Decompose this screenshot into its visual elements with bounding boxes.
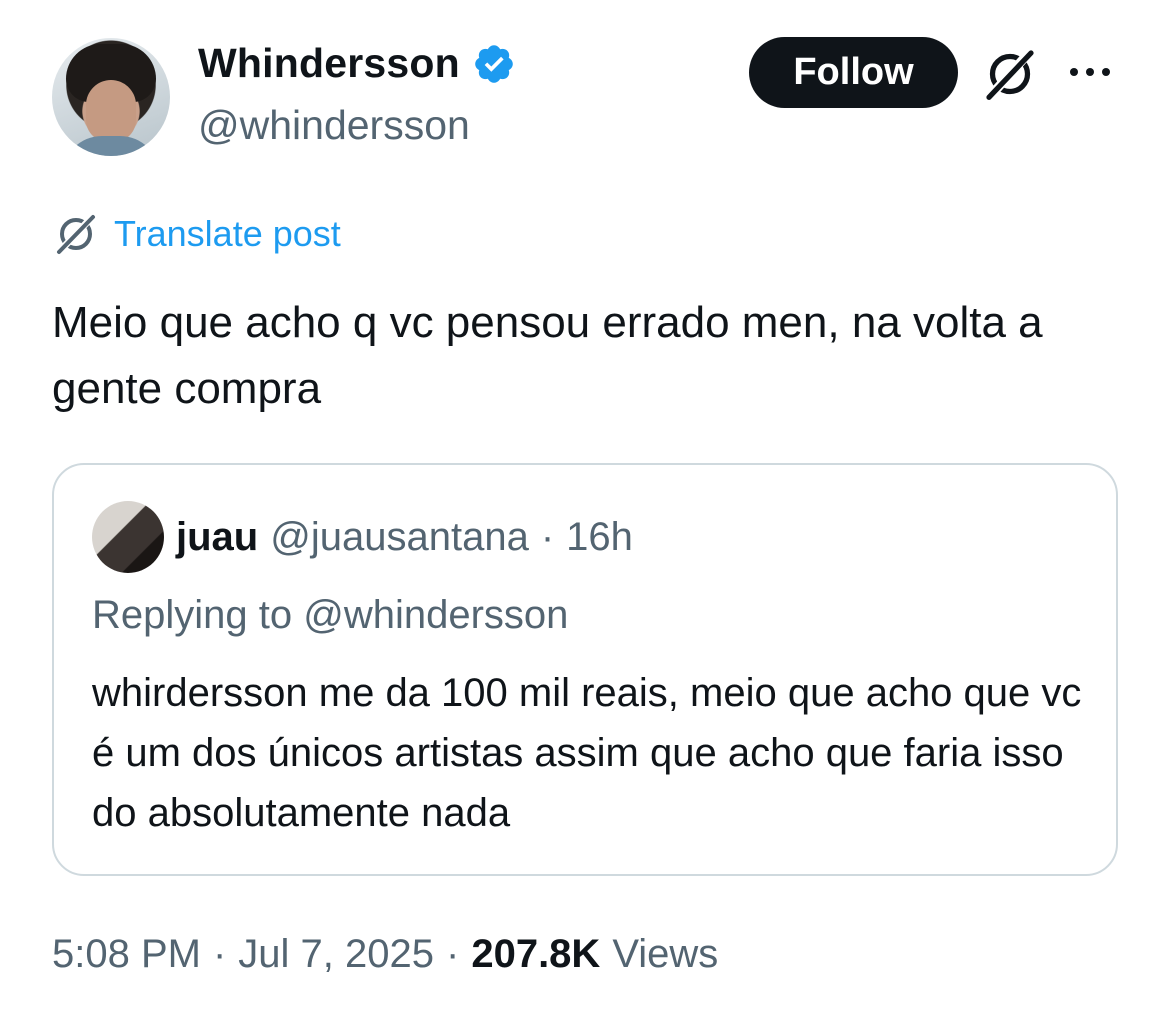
post-date[interactable]: Jul 7, 2025 bbox=[238, 932, 434, 977]
quoted-post-text: whirdersson me da 100 mil reais, meio qu… bbox=[92, 671, 1082, 835]
meta-separator: · bbox=[212, 932, 227, 976]
follow-button[interactable]: Follow bbox=[749, 37, 958, 108]
quoted-post-time[interactable]: 16h bbox=[566, 515, 633, 560]
author-handle[interactable]: @whindersson bbox=[198, 102, 470, 149]
quoted-separator: · bbox=[540, 515, 555, 559]
post-meta: 5:08 PM · Jul 7, 2025 · 207.8K Views bbox=[52, 932, 718, 977]
author-display-name[interactable]: Whindersson bbox=[198, 40, 460, 87]
replying-to-label: Replying to @whindersson bbox=[92, 593, 569, 637]
grok-icon[interactable] bbox=[982, 46, 1038, 102]
avatar-shirt bbox=[62, 136, 160, 156]
views-label: Views bbox=[612, 932, 719, 976]
quoted-post-header: juau @juausantana · 16h bbox=[176, 515, 633, 560]
quoted-post-card[interactable]: juau @juausantana · 16h Replying to @whi… bbox=[52, 463, 1118, 876]
more-icon[interactable] bbox=[1066, 60, 1114, 84]
meta-separator-2: · bbox=[446, 932, 460, 976]
translate-icon bbox=[57, 214, 95, 254]
author-name-row: Whindersson bbox=[198, 40, 516, 87]
post-time[interactable]: 5:08 PM bbox=[52, 932, 201, 977]
quoted-author-name[interactable]: juau bbox=[176, 515, 258, 560]
post: Whindersson @whindersson Follow Translat… bbox=[0, 0, 1170, 1035]
author-avatar[interactable] bbox=[52, 38, 170, 156]
translate-post[interactable]: Translate post bbox=[52, 210, 341, 258]
views-count: 207.8K bbox=[471, 932, 601, 976]
quoted-author-handle[interactable]: @juausantana bbox=[270, 515, 529, 560]
translate-link[interactable]: Translate post bbox=[114, 213, 341, 255]
post-text: Meio que acho q vc pensou errado men, na… bbox=[52, 298, 1043, 413]
avatar-face bbox=[86, 80, 136, 142]
verified-badge-icon bbox=[475, 44, 513, 83]
quoted-author-avatar[interactable] bbox=[92, 501, 164, 573]
